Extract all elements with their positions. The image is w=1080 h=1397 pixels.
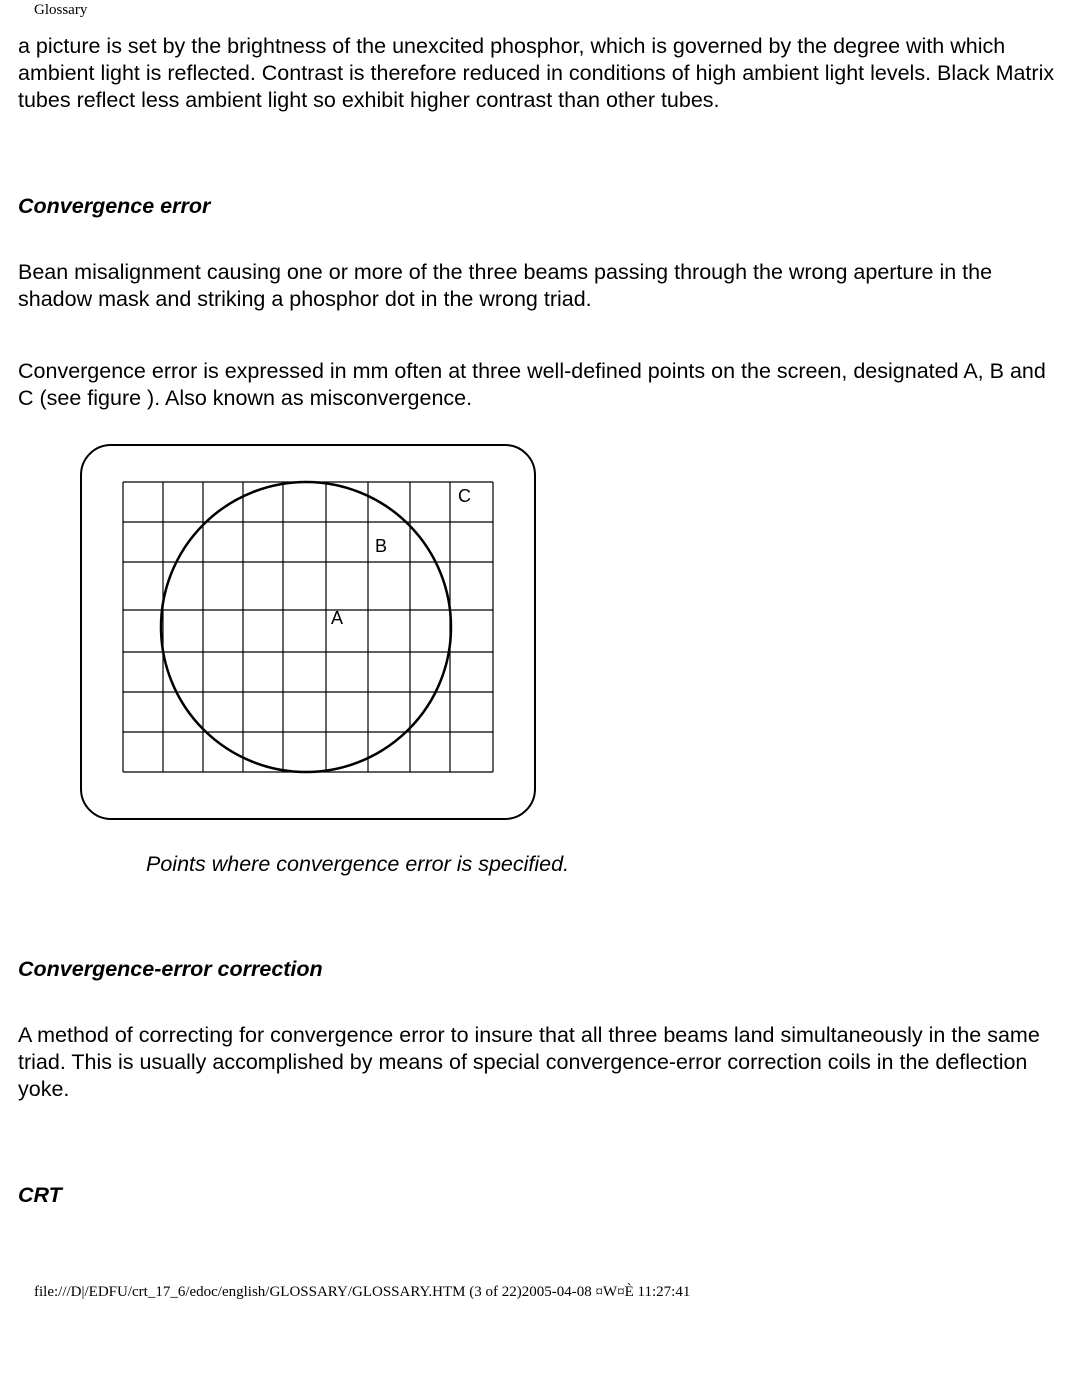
conv-err-correction-p1: A method of correcting for convergence e… [18, 1022, 1062, 1103]
figure-caption: Points where convergence error is specif… [146, 852, 1062, 877]
page-content: a picture is set by the brightness of th… [0, 19, 1080, 1208]
heading-crt: CRT [18, 1183, 1062, 1208]
heading-convergence-error: Convergence error [18, 194, 1062, 219]
convergence-diagram-svg: A B C [78, 442, 538, 822]
page-footer-path: file:///D|/EDFU/crt_17_6/edoc/english/GL… [0, 1218, 1080, 1307]
figure-label-b: B [375, 536, 387, 556]
conv-error-p2: Convergence error is expressed in mm oft… [18, 358, 1062, 412]
page-header-title: Glossary [0, 0, 1080, 19]
heading-convergence-error-correction: Convergence-error correction [18, 957, 1062, 982]
conv-error-p1: Bean misalignment causing one or more of… [18, 259, 1062, 313]
convergence-figure: A B C Points where convergence error is … [18, 442, 1062, 877]
figure-label-a: A [331, 608, 343, 628]
figure-label-c: C [458, 486, 471, 506]
intro-paragraph: a picture is set by the brightness of th… [18, 33, 1062, 114]
